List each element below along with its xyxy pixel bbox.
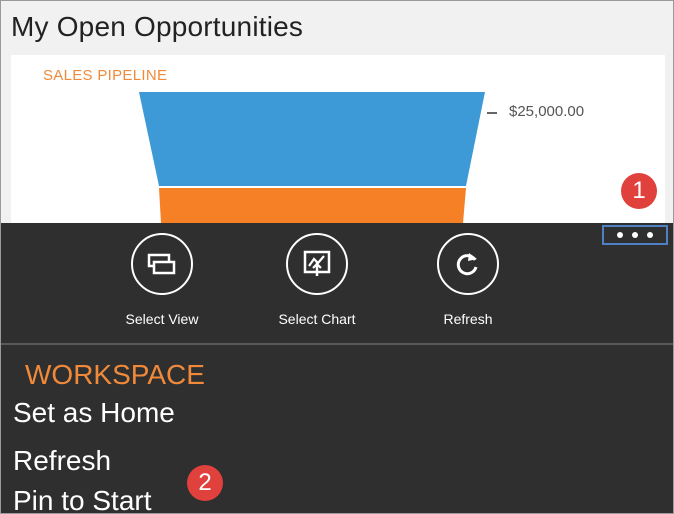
- menu-heading: WORKSPACE: [25, 359, 205, 390]
- tick-label: $25,000.00: [509, 103, 585, 120]
- app-window: My Open Opportunities SALES PIPELINE $25…: [0, 0, 674, 514]
- more-options-button[interactable]: [602, 225, 668, 245]
- select-chart-icon: [286, 233, 348, 295]
- menu-item-pin-to-start[interactable]: Pin to Start: [13, 485, 152, 513]
- funnel-stage-1: [139, 92, 485, 186]
- callout-badge-1: 1: [621, 173, 657, 209]
- page-title: My Open Opportunities: [11, 11, 304, 42]
- app-bar: Select View Select Chart Refresh: [1, 223, 673, 343]
- select-view-button[interactable]: Select View: [107, 233, 217, 327]
- dashboard-area: My Open Opportunities SALES PIPELINE $25…: [1, 1, 673, 223]
- callout-badge-2: 2: [187, 465, 223, 501]
- select-chart-button[interactable]: Select Chart: [262, 233, 372, 327]
- menu-item-refresh[interactable]: Refresh: [13, 445, 111, 477]
- select-view-icon: [131, 233, 193, 295]
- refresh-button[interactable]: Refresh: [413, 233, 523, 327]
- refresh-label: Refresh: [443, 311, 493, 327]
- sales-pipeline-card[interactable]: SALES PIPELINE $25,000.00: [11, 55, 665, 223]
- refresh-icon: [437, 233, 499, 295]
- funnel-gap: [159, 186, 466, 188]
- funnel-chart: [139, 92, 497, 223]
- dot-icon: [617, 232, 623, 238]
- select-view-label: Select View: [125, 311, 199, 327]
- select-chart-label: Select Chart: [278, 311, 356, 327]
- menu-item-set-as-home[interactable]: Set as Home: [13, 397, 175, 429]
- dot-icon: [632, 232, 638, 238]
- workspace-menu: WORKSPACE Set as Home Refresh Pin to Sta…: [1, 345, 673, 513]
- funnel-stage-2: [159, 188, 466, 223]
- dot-icon: [647, 232, 653, 238]
